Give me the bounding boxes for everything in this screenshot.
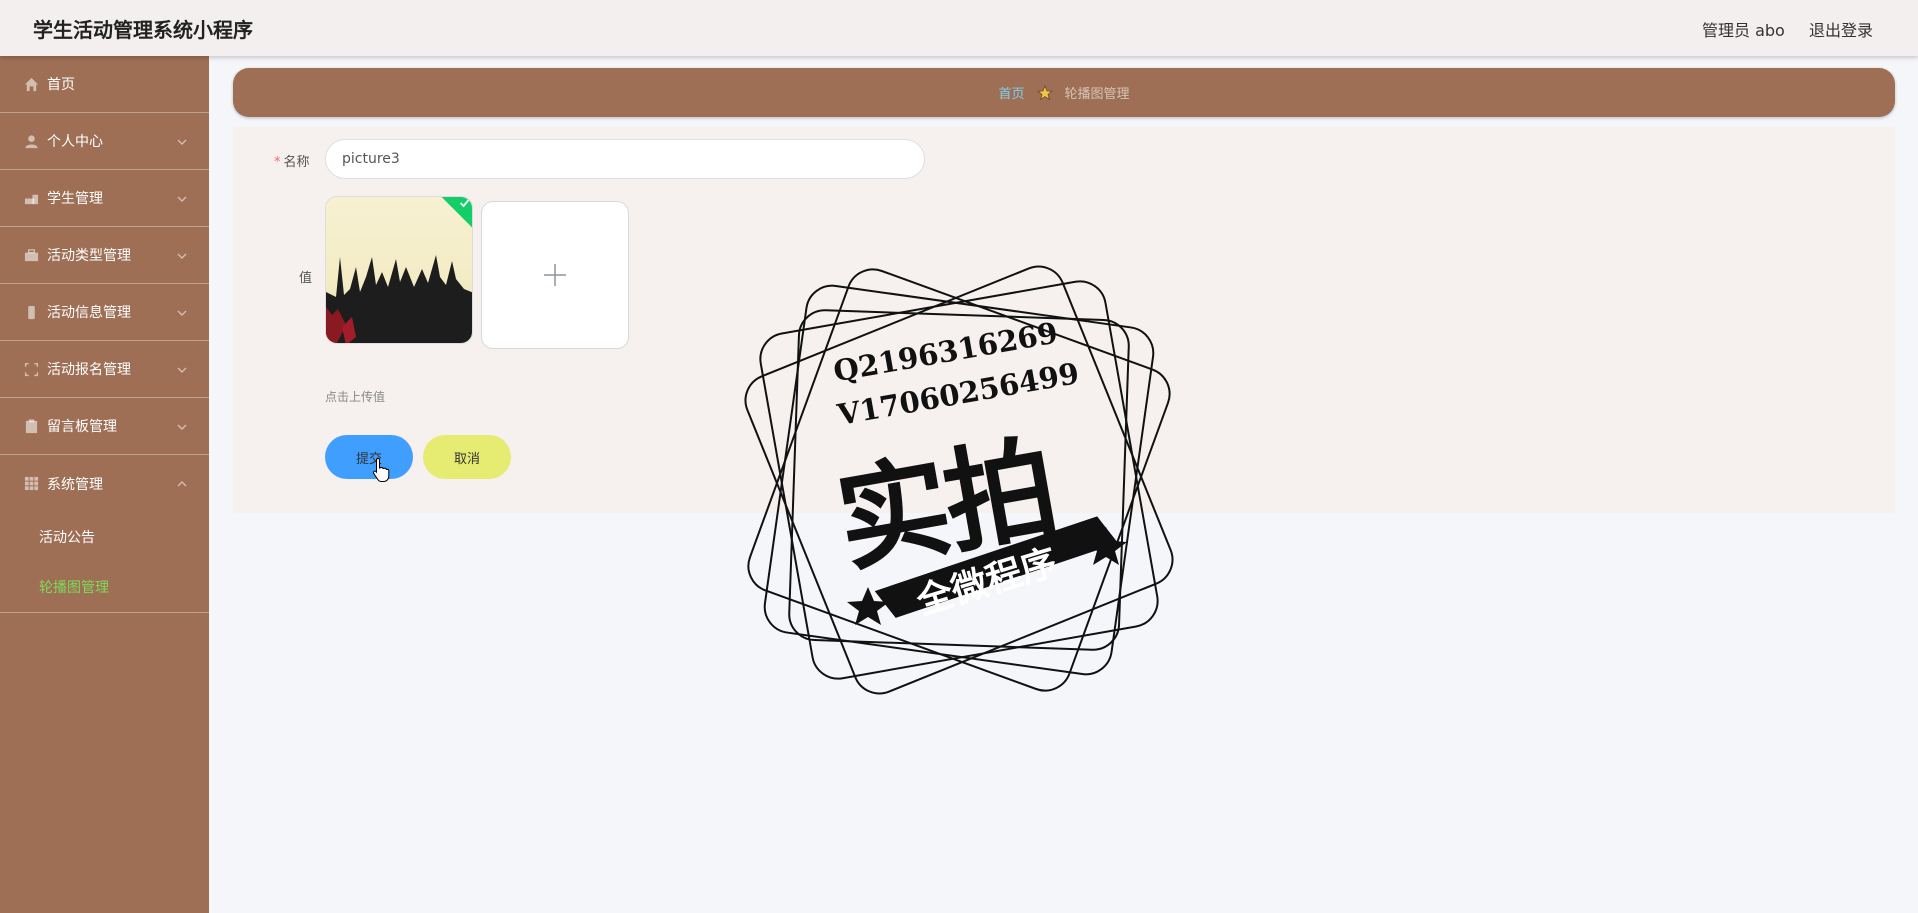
watermark-stamp: Q2196316269 V17060256499 实拍 全微程序 [744, 265, 1174, 695]
chevron-down-icon [177, 420, 187, 430]
star-icon [1036, 84, 1053, 101]
check-icon [459, 199, 470, 208]
home-icon [23, 76, 39, 92]
uploaded-image-preview [326, 255, 472, 343]
admin-label: 管理员 abo [1702, 21, 1785, 40]
plus-icon [544, 264, 566, 286]
sidebar-item-label: 留言板管理 [47, 419, 117, 435]
briefcase-icon [23, 247, 39, 263]
user-icon [23, 133, 39, 149]
breadcrumb-current: 轮播图管理 [1064, 87, 1130, 102]
upload-tip: 点击上传值 [325, 390, 386, 404]
sidebar-item-activity-signup[interactable]: 活动报名管理 [0, 341, 209, 398]
sidebar-item-label: 个人中心 [47, 134, 103, 150]
chevron-down-icon [177, 135, 187, 145]
submit-button[interactable]: 提交 [325, 435, 413, 479]
sidebar-item-label: 活动类型管理 [47, 248, 131, 264]
student-icon [23, 190, 39, 206]
sidebar-subitem-carousel[interactable]: 轮播图管理 [0, 562, 209, 612]
frame-icon [23, 361, 39, 377]
system-submenu: 活动公告 轮播图管理 [0, 512, 209, 613]
sidebar-item-profile[interactable]: 个人中心 [0, 113, 209, 170]
uploaded-image-thumbnail[interactable] [325, 196, 473, 344]
sidebar-item-label: 系统管理 [47, 476, 103, 493]
upload-button[interactable] [481, 201, 629, 349]
logout-link[interactable]: 退出登录 [1809, 17, 1873, 41]
top-bar: 学生活动管理系统小程序 管理员 abo 退出登录 [0, 0, 1918, 56]
name-input[interactable] [325, 139, 925, 179]
clipboard-icon [23, 418, 39, 434]
hand-cursor-icon [373, 457, 390, 482]
sidebar-item-label: 活动报名管理 [47, 362, 131, 378]
chevron-down-icon [177, 363, 187, 373]
sidebar-item-activity-info[interactable]: 活动信息管理 [0, 284, 209, 341]
sidebar-item-label: 活动信息管理 [47, 305, 131, 321]
value-label: 值 [299, 271, 313, 286]
sidebar-item-activity-types[interactable]: 活动类型管理 [0, 227, 209, 284]
sidebar-item-message-board[interactable]: 留言板管理 [0, 398, 209, 455]
sidebar-item-students[interactable]: 学生管理 [0, 170, 209, 227]
chevron-down-icon [177, 192, 187, 202]
chevron-down-icon [177, 306, 187, 316]
grid-icon [23, 476, 39, 492]
phone-icon [23, 304, 39, 320]
sidebar-item-home[interactable]: 首页 [0, 56, 209, 113]
sidebar-subitem-announcements[interactable]: 活动公告 [0, 512, 209, 562]
sidebar-item-label: 首页 [47, 77, 75, 93]
sidebar: 首页 个人中心 学生管理 活动类型管理 活动信息管理 活动报名管理 留言板管理 … [0, 56, 209, 913]
chevron-down-icon [177, 249, 187, 259]
sidebar-item-system[interactable]: 系统管理 [0, 455, 209, 512]
sidebar-item-label: 学生管理 [47, 191, 103, 207]
chevron-up-icon [177, 477, 187, 487]
app-title: 学生活动管理系统小程序 [33, 18, 253, 42]
breadcrumb-home[interactable]: 首页 [998, 83, 1024, 102]
cancel-button[interactable]: 取消 [423, 435, 511, 479]
required-mark: * [274, 155, 281, 170]
name-label: * 名称 [274, 155, 310, 170]
breadcrumb: 首页 轮播图管理 [233, 68, 1895, 117]
